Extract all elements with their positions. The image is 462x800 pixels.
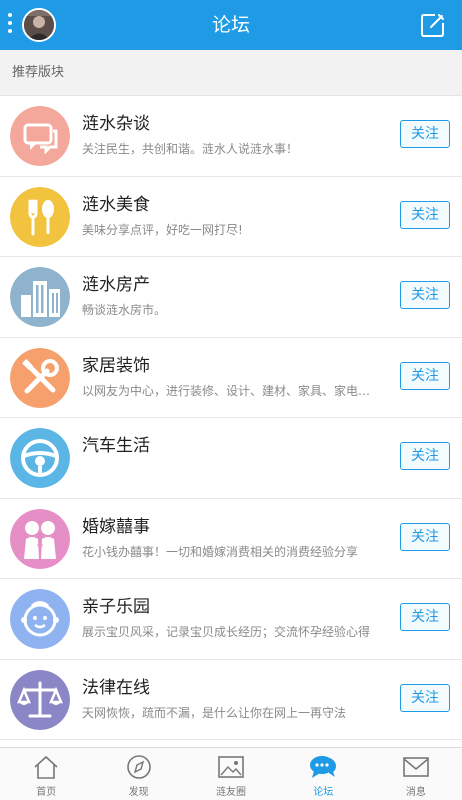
page-title: 论坛: [211, 14, 250, 36]
follow-button[interactable]: 关注: [400, 200, 450, 229]
tab-forum[interactable]: 论坛: [277, 748, 369, 800]
forum-item-lianshui-food[interactable]: 涟水美食 美味分享点评，好吃一网打尽! 关注: [0, 176, 462, 257]
speech-bubble-icon: [309, 754, 337, 780]
scales-icon: [10, 669, 70, 730]
forum-name: 亲子乐园: [82, 597, 150, 617]
chat-bubbles-icon: [10, 106, 70, 166]
forum-description: 花小钱办囍事！一切和婚嫁消费相关的消费经验分享: [82, 544, 359, 559]
forum-description: 展示宝贝风采，记录宝贝成长经历；交流怀孕经验心得: [82, 625, 371, 639]
tools-icon: [10, 347, 70, 408]
home-icon: [32, 754, 60, 780]
forum-name: 涟水房产: [82, 275, 150, 295]
fork-spoon-icon: [10, 186, 70, 247]
compose-icon[interactable]: [420, 12, 446, 38]
forum-item-lianshui-chat[interactable]: 涟水杂谈 关注民生，共创和谐。涟水人说涟水事！ 关注: [0, 96, 462, 177]
forum-name: 法律在线: [82, 677, 150, 698]
forum-item-wedding[interactable]: 婚嫁囍事 花小钱办囍事！一切和婚嫁消费相关的消费经验分享 关注: [0, 498, 462, 579]
follow-button[interactable]: 关注: [400, 683, 450, 712]
follow-button[interactable]: 关注: [400, 442, 450, 470]
tab-label: 论坛: [313, 787, 334, 798]
follow-button[interactable]: 关注: [400, 522, 450, 551]
recommended-section-header: 推荐版块: [0, 50, 462, 96]
follow-button[interactable]: 关注: [400, 361, 450, 390]
tab-label: 涟友圈: [216, 787, 247, 798]
follow-button[interactable]: 关注: [400, 603, 450, 631]
forum-description: 美味分享点评，好吃一网打尽!: [82, 222, 243, 237]
bottom-tab-bar: 首页 发现 涟友圈 论坛 消息: [0, 747, 462, 800]
forum-item-car-life[interactable]: 汽车生活 关注: [0, 418, 462, 499]
forum-name: 婚嫁囍事: [82, 516, 150, 537]
image-icon: [217, 754, 245, 780]
couple-icon: [10, 508, 70, 569]
forum-item-lianshui-realestate[interactable]: 涟水房产 畅谈涟水房市。 关注: [0, 257, 462, 338]
tab-home[interactable]: 首页: [0, 748, 92, 800]
forum-item-law-online[interactable]: 法律在线 天网恢恢，疏而不漏，是什么让你在网上一再守法 关注: [0, 659, 462, 740]
top-bar: 论坛: [0, 0, 462, 50]
tab-friends-circle[interactable]: 涟友圈: [185, 748, 277, 800]
envelope-icon: [402, 754, 430, 780]
forum-description: 畅谈涟水房市。: [82, 303, 167, 317]
steering-wheel-icon: [10, 428, 70, 488]
tab-label: 消息: [405, 787, 426, 798]
follow-button[interactable]: 关注: [400, 281, 450, 309]
forum-item-parenting[interactable]: 亲子乐园 展示宝贝风采，记录宝贝成长经历；交流怀孕经验心得 关注: [0, 579, 462, 660]
forum-description: 天网恢恢，疏而不漏，是什么让你在网上一再守法: [82, 705, 347, 720]
forum-description: 关注民生，共创和谐。涟水人说涟水事！: [82, 142, 299, 156]
forum-list: 涟水杂谈 关注民生，共创和谐。涟水人说涟水事！ 关注 涟水美食 美味分享点评，好…: [0, 96, 462, 740]
forum-name: 家居装饰: [82, 355, 150, 376]
forum-item-home-decoration[interactable]: 家居装饰 以网友为中心，进行装修、设计、建材、家具、家电等选购指导 关注: [0, 337, 462, 418]
baby-face-icon: [10, 589, 70, 649]
tab-label: 发现: [128, 787, 149, 798]
forum-name: 涟水美食: [82, 194, 150, 215]
section-label: 推荐版块: [12, 65, 65, 80]
forum-description: 以网友为中心，进行装修、设计、建材、家具、家电等选购指导: [82, 383, 378, 398]
compass-icon: [125, 754, 153, 780]
forum-name: 涟水杂谈: [82, 114, 150, 134]
tab-discover[interactable]: 发现: [92, 748, 184, 800]
follow-button[interactable]: 关注: [400, 120, 450, 148]
forum-name: 汽车生活: [82, 436, 150, 456]
tab-messages[interactable]: 消息: [370, 748, 462, 800]
tab-label: 首页: [36, 787, 57, 798]
buildings-icon: [10, 267, 70, 327]
